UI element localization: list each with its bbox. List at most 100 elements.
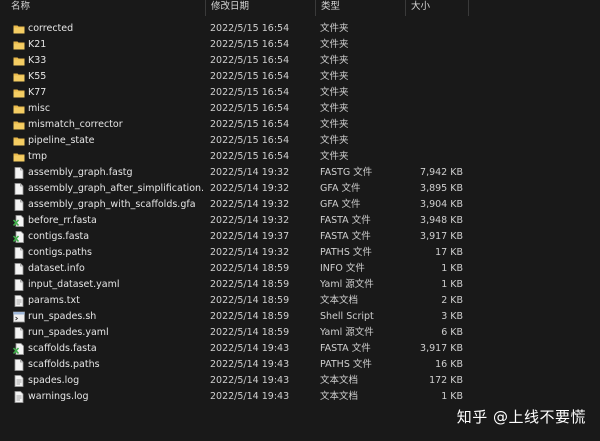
file-row[interactable]: run_spades.sh 2022/5/14 18:59 Shell Script… — [0, 309, 470, 325]
file-type: 文件夹 — [320, 135, 349, 146]
folder-icon — [13, 151, 25, 163]
file-name: contigs.fasta — [28, 231, 90, 242]
file-row[interactable]: K21 2022/5/15 16:54 文件夹 — [0, 37, 470, 53]
file-name: misc — [28, 103, 51, 114]
file-name: scaffolds.fasta — [28, 343, 97, 354]
file-name: tmp — [28, 151, 48, 162]
file-size: 3,917 KB — [420, 231, 463, 242]
text-icon — [13, 375, 25, 387]
file-icon — [13, 183, 25, 195]
file-type: Yaml 源文件 — [320, 327, 374, 338]
file-row[interactable]: pipeline_state 2022/5/15 16:54 文件夹 — [0, 133, 470, 149]
file-size: 1 KB — [441, 391, 463, 402]
fasta-icon — [12, 215, 25, 227]
watermark-text: 知乎 @上线不要慌 — [456, 408, 586, 426]
file-row[interactable]: params.txt 2022/5/14 18:59 文本文档 2 KB — [0, 293, 470, 309]
folder-icon — [13, 135, 25, 147]
file-name: corrected — [28, 23, 74, 34]
folder-icon — [13, 23, 25, 35]
file-row[interactable]: dataset.info 2022/5/14 18:59 INFO 文件 1 KB — [0, 261, 470, 277]
file-type: 文件夹 — [320, 39, 349, 50]
file-modified-date: 2022/5/15 16:54 — [210, 135, 290, 146]
column-header-bar: 名称 修改日期 类型 大小 — [0, 0, 600, 16]
file-row[interactable]: misc 2022/5/15 16:54 文件夹 — [0, 101, 470, 117]
file-name: K55 — [28, 71, 47, 82]
file-row[interactable]: K55 2022/5/15 16:54 文件夹 — [0, 69, 470, 85]
file-name: before_rr.fasta — [28, 215, 97, 226]
file-size — [410, 101, 463, 117]
file-row[interactable]: scaffolds.paths 2022/5/14 19:43 PATHS 文件 16… — [0, 357, 470, 373]
file-row[interactable]: before_rr.fasta 2022/5/14 19:32 FASTA 文件 3,… — [0, 213, 470, 229]
file-row[interactable]: contigs.paths 2022/5/14 19:32 PATHS 文件 17 K… — [0, 245, 470, 261]
file-row[interactable]: mismatch_corrector 2022/5/15 16:54 文件夹 — [0, 117, 470, 133]
file-size — [410, 149, 463, 165]
file-modified-date: 2022/5/14 18:59 — [210, 263, 290, 274]
file-icon — [13, 279, 25, 291]
file-row[interactable]: K77 2022/5/15 16:54 文件夹 — [0, 85, 470, 101]
folder-icon — [13, 103, 25, 115]
column-header-date[interactable]: 修改日期 — [206, 0, 316, 16]
file-type: GFA 文件 — [320, 183, 361, 194]
file-icon — [13, 327, 25, 339]
file-row[interactable]: K33 2022/5/15 16:54 文件夹 — [0, 53, 470, 69]
text-icon — [13, 391, 25, 403]
file-name: assembly_graph_with_scaffolds.gfa — [28, 199, 196, 210]
file-row[interactable]: assembly_graph.fastg 2022/5/14 19:32 FASTG… — [0, 165, 470, 181]
file-type: Shell Script — [320, 311, 374, 322]
file-row[interactable]: tmp 2022/5/15 16:54 文件夹 — [0, 149, 470, 165]
file-modified-date: 2022/5/14 19:32 — [210, 215, 290, 226]
file-type: GFA 文件 — [320, 199, 361, 210]
file-type: 文件夹 — [320, 87, 349, 98]
file-row[interactable]: warnings.log 2022/5/14 19:43 文本文档 1 KB — [0, 389, 470, 405]
file-type: 文件夹 — [320, 119, 349, 130]
file-size — [410, 69, 463, 85]
file-row[interactable]: contigs.fasta 2022/5/14 19:37 FASTA 文件 3,91… — [0, 229, 470, 245]
file-size: 6 KB — [441, 327, 463, 338]
file-modified-date: 2022/5/14 18:59 — [210, 311, 290, 322]
file-name: assembly_graph_after_simplification.... — [28, 183, 204, 194]
file-modified-date: 2022/5/14 19:43 — [210, 391, 290, 402]
file-size — [410, 85, 463, 101]
file-type: 文件夹 — [320, 151, 349, 162]
file-row[interactable]: input_dataset.yaml 2022/5/14 18:59 Yaml 源文… — [0, 277, 470, 293]
file-type: FASTA 文件 — [320, 231, 371, 242]
column-header-size[interactable]: 大小 — [406, 0, 469, 16]
fasta-icon — [12, 231, 25, 243]
file-size: 3,917 KB — [420, 343, 463, 354]
file-type: FASTA 文件 — [320, 343, 371, 354]
file-row[interactable]: run_spades.yaml 2022/5/14 18:59 Yaml 源文件 6 … — [0, 325, 470, 341]
file-size: 1 KB — [441, 263, 463, 274]
file-modified-date: 2022/5/14 19:37 — [210, 231, 290, 242]
file-type: 文件夹 — [320, 55, 349, 66]
file-modified-date: 2022/5/15 16:54 — [210, 71, 290, 82]
file-modified-date: 2022/5/14 18:59 — [210, 295, 290, 306]
file-icon — [13, 199, 25, 211]
file-modified-date: 2022/5/14 19:32 — [210, 247, 290, 258]
file-row[interactable]: spades.log 2022/5/14 19:43 文本文档 172 KB — [0, 373, 470, 389]
file-size — [410, 133, 463, 149]
file-modified-date: 2022/5/14 19:43 — [210, 375, 290, 386]
file-name: contigs.paths — [28, 247, 92, 258]
file-size: 2 KB — [441, 295, 463, 306]
file-row[interactable]: assembly_graph_after_simplification.... 2… — [0, 181, 470, 197]
text-icon — [13, 295, 25, 307]
column-header-type[interactable]: 类型 — [316, 0, 406, 16]
file-type: 文件夹 — [320, 71, 349, 82]
file-row[interactable]: corrected 2022/5/15 16:54 文件夹 — [0, 21, 470, 37]
file-size: 17 KB — [435, 247, 463, 258]
file-size: 3,895 KB — [420, 183, 463, 194]
file-name: spades.log — [28, 375, 80, 386]
column-header-name[interactable]: 名称 — [6, 0, 206, 16]
file-name: scaffolds.paths — [28, 359, 100, 370]
file-size: 3,948 KB — [420, 215, 463, 226]
file-modified-date: 2022/5/14 19:43 — [210, 343, 290, 354]
file-modified-date: 2022/5/15 16:54 — [210, 55, 290, 66]
script-icon — [13, 311, 25, 323]
folder-icon — [13, 119, 25, 131]
file-name: K21 — [28, 39, 47, 50]
file-row[interactable]: scaffolds.fasta 2022/5/14 19:43 FASTA 文件 3,… — [0, 341, 470, 357]
file-row[interactable]: assembly_graph_with_scaffolds.gfa 2022/5/… — [0, 197, 470, 213]
file-type: 文本文档 — [320, 295, 359, 306]
file-list: corrected 2022/5/15 16:54 文件夹 K21 2022/5/15 … — [0, 21, 600, 405]
file-type: 文本文档 — [320, 375, 359, 386]
